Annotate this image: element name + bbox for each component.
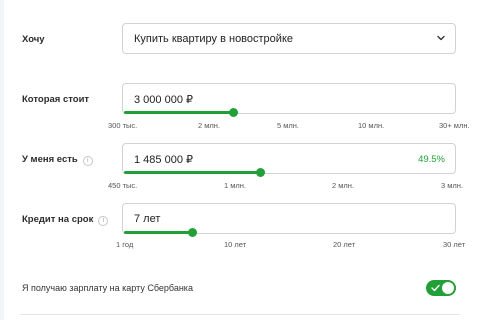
downpayment-input-value: 1 485 000 ₽ bbox=[134, 154, 193, 166]
price-slider-handle[interactable] bbox=[229, 108, 238, 117]
downpayment-tick: 3 млн. bbox=[441, 181, 464, 190]
downpayment-label-text: У меня есть bbox=[22, 154, 78, 165]
price-label: Которая стоит bbox=[22, 94, 90, 105]
downpayment-label: У меня есть i bbox=[22, 154, 93, 166]
price-slider-scale: 300 тыс. 2 млн. 5 млн. 10 млн. 30+ млн. bbox=[108, 121, 470, 131]
downpayment-tick: 450 тыс. bbox=[108, 181, 138, 190]
info-icon[interactable]: i bbox=[98, 216, 109, 226]
term-slider-handle[interactable] bbox=[188, 228, 197, 237]
downpayment-percent: 49.5% bbox=[418, 154, 445, 165]
info-icon[interactable]: i bbox=[82, 156, 93, 166]
price-tick: 10 млн. bbox=[358, 121, 385, 130]
downpayment-slider-scale: 450 тыс. 1 млн. 2 млн. 3 млн. bbox=[108, 181, 468, 191]
term-label: Кредит на срок i bbox=[22, 214, 109, 226]
price-tick: 5 млн. bbox=[277, 121, 300, 130]
price-tick: 2 млн. bbox=[198, 121, 221, 130]
checkmark-icon bbox=[431, 284, 440, 292]
mortgage-calculator: Хочу Купить квартиру в новостройке Котор… bbox=[0, 0, 478, 320]
term-tick: 30 лет bbox=[443, 240, 466, 249]
term-input-value: 7 лет bbox=[134, 213, 161, 225]
downpayment-slider-handle[interactable] bbox=[256, 168, 265, 177]
price-input[interactable]: 3 000 000 ₽ bbox=[122, 83, 456, 114]
price-slider-track[interactable] bbox=[124, 111, 233, 114]
salary-card-label: Я получаю зарплату на карту Сбербанка bbox=[22, 283, 193, 293]
term-tick: 20 лет bbox=[333, 240, 356, 249]
goal-select-value: Купить квартиру в новостройке bbox=[134, 33, 293, 45]
term-label-text: Кредит на срок bbox=[22, 214, 94, 225]
price-tick: 300 тыс. bbox=[108, 121, 138, 130]
price-tick: 30+ млн. bbox=[439, 121, 470, 130]
goal-select[interactable]: Купить квартиру в новостройке bbox=[122, 23, 456, 54]
divider bbox=[20, 314, 460, 315]
goal-label: Хочу bbox=[22, 34, 45, 45]
downpayment-tick: 2 млн. bbox=[332, 181, 355, 190]
downpayment-input[interactable]: 1 485 000 ₽ 49.5% bbox=[122, 143, 456, 174]
toggle-knob bbox=[442, 282, 454, 294]
chevron-down-icon bbox=[437, 35, 445, 41]
downpayment-tick: 1 млн. bbox=[224, 181, 247, 190]
downpayment-slider-track[interactable] bbox=[124, 171, 260, 174]
salary-card-toggle[interactable] bbox=[426, 280, 456, 296]
term-slider-scale: 1 год 10 лет 20 лет 30 лет bbox=[108, 240, 468, 250]
term-tick: 1 год bbox=[116, 240, 134, 249]
term-input[interactable]: 7 лет bbox=[122, 203, 456, 234]
term-slider-track[interactable] bbox=[124, 231, 192, 234]
price-input-value: 3 000 000 ₽ bbox=[134, 94, 193, 106]
term-tick: 10 лет bbox=[224, 240, 247, 249]
